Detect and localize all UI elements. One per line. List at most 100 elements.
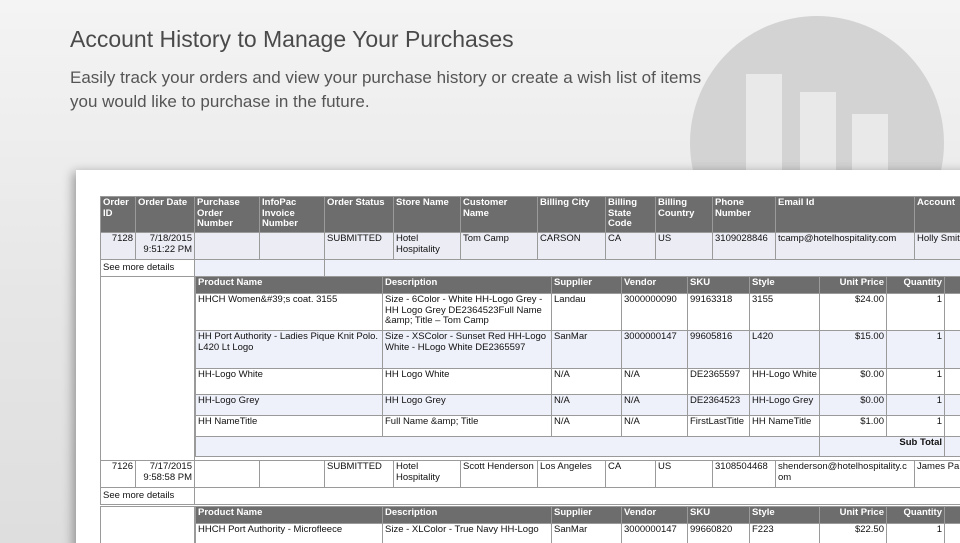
items-header-row: Product Name Description Supplier Vendor… [195,276,960,294]
product-style: 3155 [749,293,820,331]
order-status: SUBMITTED [324,460,394,488]
col-header-supplier[interactable]: Supplier [551,506,622,524]
product-unit-price: $0.00 [819,368,887,395]
col-header-description[interactable]: Description [382,276,552,294]
col-header-sku[interactable]: SKU [687,506,750,524]
product-name: HHCH Port Authority - Microfleece [195,523,383,543]
see-more-row: See more details [100,259,960,277]
email-id: shenderson@hotelhospitality.com [775,460,915,488]
product-vendor: 3000000090 [621,293,688,331]
see-more-details-link[interactable]: See more details [100,487,195,505]
orders-table: Order ID Order Date Purchase Order Numbe… [100,196,960,277]
billing-country: US [655,460,713,488]
product-supplier: Landau [551,293,622,331]
col-header-invoice-number[interactable]: InfoPac Invoice Number [259,196,325,233]
phone-number: 3109028846 [712,232,776,260]
product-description: Size - XSColor - Sunset Red HH-Logo Whit… [382,330,552,369]
col-header-product-name[interactable]: Product Name [195,276,383,294]
col-header-description[interactable]: Description [382,506,552,524]
col-header-vendor[interactable]: Vendor [621,276,688,294]
col-header-supplier[interactable]: Supplier [551,276,622,294]
product-description: Full Name &amp; Title [382,415,552,437]
product-name: HH-Logo Grey [195,394,383,416]
invoice-number [259,232,325,260]
col-header-billing-state[interactable]: Billing State Code [605,196,656,233]
col-header-unit-price[interactable]: Unit Price [819,276,887,294]
col-header-email[interactable]: Email Id [775,196,915,233]
item-row[interactable]: HHCH Women&#39;s coat. 3155 Size - 6Colo… [195,293,960,331]
col-header-order-id[interactable]: Order ID [100,196,136,233]
col-header-sku[interactable]: SKU [687,276,750,294]
col-header-billing-country[interactable]: Billing Country [655,196,713,233]
product-vendor: N/A [621,394,688,416]
po-number [194,460,260,488]
col-header-po-number[interactable]: Purchase Order Number [194,196,260,233]
product-quantity: 1 [886,368,945,395]
product-sku: DE2364523 [687,394,750,416]
product-quantity: 1 [886,523,945,543]
page-title: Account History to Manage Your Purchases [70,26,514,52]
billing-city: Los Angeles [537,460,606,488]
product-unit-price: $1.00 [819,415,887,437]
billing-country: US [655,232,713,260]
product-description: Size - XLColor - True Navy HH-Logo [382,523,552,543]
col-header-account[interactable]: Account [914,196,960,233]
product-name: HH-Logo White [195,368,383,395]
order-items-table: Product Name Description Supplier Vendor… [195,506,960,543]
product-sku: 99660820 [687,523,750,543]
account-name: Holly Smit [914,232,960,260]
product-supplier: N/A [551,368,622,395]
billing-state: CA [605,232,656,260]
store-name: Hotel Hospitality [393,460,461,488]
order-status: SUBMITTED [324,232,394,260]
item-row[interactable]: HH Port Authority - Ladies Pique Knit Po… [195,330,960,369]
col-header-product-name[interactable]: Product Name [195,506,383,524]
po-number [194,232,260,260]
store-name: Hotel Hospitality [393,232,461,260]
see-more-details-link[interactable]: See more details [100,259,195,277]
col-header-quantity[interactable]: Quantity [886,276,945,294]
col-header-billing-city[interactable]: Billing City [537,196,606,233]
product-style: HH NameTitle [749,415,820,437]
product-unit-price: $15.00 [819,330,887,369]
col-header-quantity[interactable]: Quantity [886,506,945,524]
details-indent [100,276,195,462]
account-name: James Pa [914,460,960,488]
col-header-phone[interactable]: Phone Number [712,196,776,233]
product-quantity: 1 [886,330,945,369]
col-header-vendor[interactable]: Vendor [621,506,688,524]
col-header-order-status[interactable]: Order Status [324,196,394,233]
order-items-table: Product Name Description Supplier Vendor… [195,276,960,457]
item-row[interactable]: HH-Logo White HH Logo White N/A N/A DE23… [195,368,960,395]
subtotal-label: Sub Total [819,436,945,457]
item-row[interactable]: HH NameTitle Full Name &amp; Title N/A N… [195,415,960,437]
col-header-customer-name[interactable]: Customer Name [460,196,538,233]
order-date: 7/18/2015 9:51:22 PM [135,232,195,260]
product-style: HH-Logo White [749,368,820,395]
product-vendor: N/A [621,415,688,437]
customer-name: Scott Henderson [460,460,538,488]
details-indent [100,506,195,543]
phone-number: 3108504468 [712,460,776,488]
product-sku: 99605816 [687,330,750,369]
product-style: F223 [749,523,820,543]
account-history-panel: Order ID Order Date Purchase Order Numbe… [76,170,960,543]
col-header-style[interactable]: Style [749,276,820,294]
product-name: HH NameTitle [195,415,383,437]
col-header-order-date[interactable]: Order Date [135,196,195,233]
order-row[interactable]: 7128 7/18/2015 9:51:22 PM SUBMITTED Hote… [100,232,960,260]
col-header-unit-price[interactable]: Unit Price [819,506,887,524]
order-id: 7126 [100,460,136,488]
order-row[interactable]: 7126 7/17/2015 9:58:58 PM SUBMITTED Hote… [100,460,960,488]
product-sku: FirstLastTitle [687,415,750,437]
product-vendor: 3000000147 [621,523,688,543]
col-header-store-name[interactable]: Store Name [393,196,461,233]
item-row[interactable]: HH-Logo Grey HH Logo Grey N/A N/A DE2364… [195,394,960,416]
item-row[interactable]: HHCH Port Authority - Microfleece Size -… [195,523,960,543]
col-header-style[interactable]: Style [749,506,820,524]
product-style: L420 [749,330,820,369]
product-quantity: 1 [886,293,945,331]
items-header-row: Product Name Description Supplier Vendor… [195,506,960,524]
order-id: 7128 [100,232,136,260]
billing-state: CA [605,460,656,488]
